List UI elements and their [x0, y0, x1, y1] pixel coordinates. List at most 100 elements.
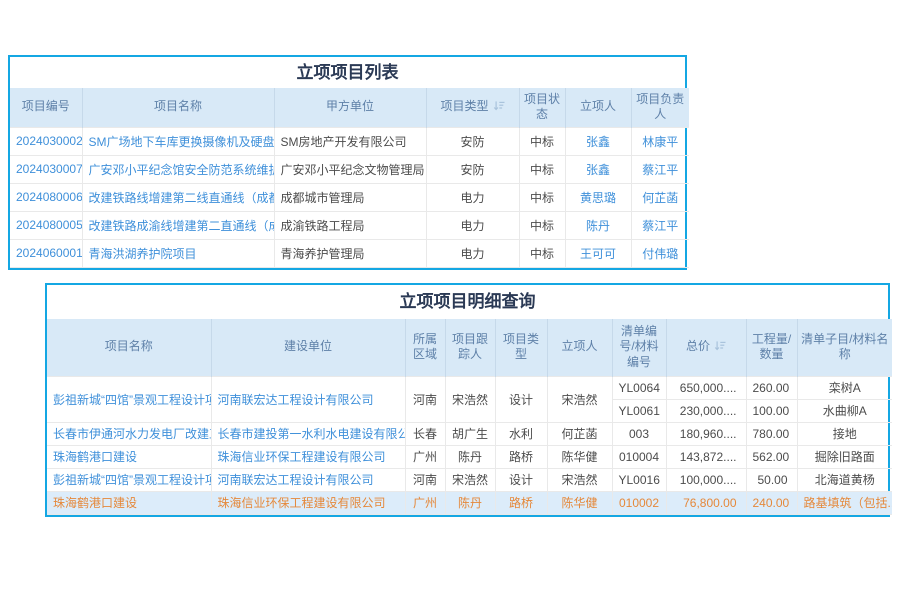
project-number-link[interactable]: 2024030007	[10, 155, 82, 183]
client-cell: 广安邓小平纪念文物管理局	[274, 155, 426, 183]
total-price-cell: 100,000....	[666, 468, 746, 491]
tracker-cell: 陈丹	[445, 445, 495, 468]
project-name-link[interactable]: 改建铁路成渝线增建第二直通线（成...	[82, 211, 274, 239]
tracker-cell: 胡广生	[445, 422, 495, 445]
column-header-label: 项目跟踪人	[452, 332, 488, 362]
project-name-link[interactable]: SM广场地下车库更换摄像机及硬盘项目	[82, 127, 274, 155]
tracker-cell: 宋浩然	[445, 468, 495, 491]
quantity-cell: 260.00	[746, 376, 797, 399]
column-header-label: 总价	[686, 339, 710, 353]
manager-link[interactable]: 付伟璐	[631, 239, 689, 267]
project-list-table: 项目编号项目名称甲方单位项目类型项目状态立项人项目负责人 2024030002S…	[10, 88, 689, 268]
project-list-title: 立项项目列表	[10, 57, 685, 88]
client-cell: 成都城市管理局	[274, 183, 426, 211]
column-header: 项目编号	[10, 88, 82, 127]
total-price-cell: 180,960....	[666, 422, 746, 445]
project-status-cell: 中标	[519, 211, 565, 239]
project-number-link[interactable]: 2024080005	[10, 211, 82, 239]
initiator-cell: 何芷菡	[547, 422, 612, 445]
project-name-link[interactable]: 长春市伊通河水力发电厂改建工程	[47, 422, 211, 445]
table-row: 2024030007广安邓小平纪念馆安全防范系统维护...广安邓小平纪念文物管理…	[10, 155, 689, 183]
project-number-link[interactable]: 2024080006	[10, 183, 82, 211]
column-header: 工程量/数量	[746, 319, 797, 376]
column-header: 项目类型	[495, 319, 547, 376]
table-row: 2024060001青海洪湖养护院项目青海养护管理局电力中标王可可付伟璐	[10, 239, 689, 267]
item-name-cell: 栾树A	[797, 376, 892, 399]
project-list-body: 2024030002SM广场地下车库更换摄像机及硬盘项目SM房地产开发有限公司安…	[10, 127, 689, 267]
project-type-cell: 电力	[426, 211, 519, 239]
project-name-link[interactable]: 珠海鹤港口建设	[47, 491, 211, 514]
quantity-cell: 100.00	[746, 399, 797, 422]
manager-link[interactable]: 蔡江平	[631, 211, 689, 239]
project-type-cell: 设计	[495, 376, 547, 422]
item-name-cell: 掘除旧路面	[797, 445, 892, 468]
client-cell: 成渝铁路工程局	[274, 211, 426, 239]
table-row: 珠海鹤港口建设珠海信业环保工程建设有限公司广州陈丹路桥陈华健01000276,8…	[47, 491, 892, 514]
table-row: 2024030002SM广场地下车库更换摄像机及硬盘项目SM房地产开发有限公司安…	[10, 127, 689, 155]
column-header-label: 立项人	[561, 339, 597, 353]
column-header: 立项人	[547, 319, 612, 376]
initiator-cell: 宋浩然	[547, 376, 612, 422]
list-code-cell: 003	[612, 422, 666, 445]
project-detail-title: 立项项目明细查询	[47, 285, 888, 319]
initiator-link[interactable]: 陈丹	[565, 211, 631, 239]
project-status-cell: 中标	[519, 183, 565, 211]
project-number-link[interactable]: 2024060001	[10, 239, 82, 267]
project-type-cell: 安防	[426, 127, 519, 155]
project-list-panel: 立项项目列表 项目编号项目名称甲方单位项目类型项目状态立项人项目负责人 2024…	[8, 55, 687, 270]
project-type-cell: 电力	[426, 239, 519, 267]
list-code-cell: YL0016	[612, 468, 666, 491]
initiator-link[interactable]: 王可可	[565, 239, 631, 267]
manager-link[interactable]: 何芷菡	[631, 183, 689, 211]
column-header: 建设单位	[211, 319, 405, 376]
project-status-cell: 中标	[519, 155, 565, 183]
client-cell: 青海养护管理局	[274, 239, 426, 267]
initiator-cell: 陈华健	[547, 491, 612, 514]
table-row: 2024080006改建铁路线增建第二线直通线（成都-...成都城市管理局电力中…	[10, 183, 689, 211]
project-type-cell: 路桥	[495, 491, 547, 514]
column-header-label: 工程量/数量	[752, 332, 791, 362]
total-price-cell: 230,000....	[666, 399, 746, 422]
initiator-link[interactable]: 张鑫	[565, 127, 631, 155]
column-header-label: 甲方单位	[326, 99, 374, 113]
quantity-cell: 50.00	[746, 468, 797, 491]
project-name-link[interactable]: 彭祖新城“四馆”景观工程设计项目	[47, 468, 211, 491]
column-header-label: 清单编号/材料编号	[619, 324, 658, 369]
initiator-link[interactable]: 张鑫	[565, 155, 631, 183]
manager-link[interactable]: 林康平	[631, 127, 689, 155]
project-name-link[interactable]: 珠海鹤港口建设	[47, 445, 211, 468]
column-header-label: 立项人	[580, 99, 616, 113]
builder-link[interactable]: 河南联宏达工程设计有限公司	[211, 376, 405, 422]
column-header-label: 项目名称	[154, 99, 202, 113]
item-name-cell: 接地	[797, 422, 892, 445]
sort-icon[interactable]	[714, 340, 726, 351]
total-price-cell: 143,872....	[666, 445, 746, 468]
project-detail-table: 项目名称建设单位所属区域项目跟踪人项目类型立项人清单编号/材料编号总价工程量/数…	[47, 319, 892, 515]
list-code-cell: 010002	[612, 491, 666, 514]
builder-link[interactable]: 珠海信业环保工程建设有限公司	[211, 445, 405, 468]
project-type-cell: 设计	[495, 468, 547, 491]
column-header: 清单子目/材料名称	[797, 319, 892, 376]
table-row: 彭祖新城“四馆”景观工程设计项目河南联宏达工程设计有限公司河南宋浩然设计宋浩然Y…	[47, 468, 892, 491]
table-row: 长春市伊通河水力发电厂改建工程长春市建投第一水利水电建设有限公司长春胡广生水利何…	[47, 422, 892, 445]
builder-link[interactable]: 长春市建投第一水利水电建设有限公司	[211, 422, 405, 445]
project-name-link[interactable]: 彭祖新城“四馆”景观工程设计项目	[47, 376, 211, 422]
column-header: 清单编号/材料编号	[612, 319, 666, 376]
initiator-link[interactable]: 黄思璐	[565, 183, 631, 211]
project-number-link[interactable]: 2024030002	[10, 127, 82, 155]
table-row: 2024080005改建铁路成渝线增建第二直通线（成...成渝铁路工程局电力中标…	[10, 211, 689, 239]
region-cell: 河南	[405, 468, 445, 491]
sort-icon[interactable]	[493, 100, 505, 111]
column-header[interactable]: 项目类型	[426, 88, 519, 127]
column-header[interactable]: 总价	[666, 319, 746, 376]
initiator-cell: 陈华健	[547, 445, 612, 468]
builder-link[interactable]: 河南联宏达工程设计有限公司	[211, 468, 405, 491]
region-cell: 广州	[405, 491, 445, 514]
project-type-cell: 路桥	[495, 445, 547, 468]
project-name-link[interactable]: 青海洪湖养护院项目	[82, 239, 274, 267]
manager-link[interactable]: 蔡江平	[631, 155, 689, 183]
quantity-cell: 562.00	[746, 445, 797, 468]
project-name-link[interactable]: 改建铁路线增建第二线直通线（成都-...	[82, 183, 274, 211]
builder-link[interactable]: 珠海信业环保工程建设有限公司	[211, 491, 405, 514]
project-name-link[interactable]: 广安邓小平纪念馆安全防范系统维护...	[82, 155, 274, 183]
